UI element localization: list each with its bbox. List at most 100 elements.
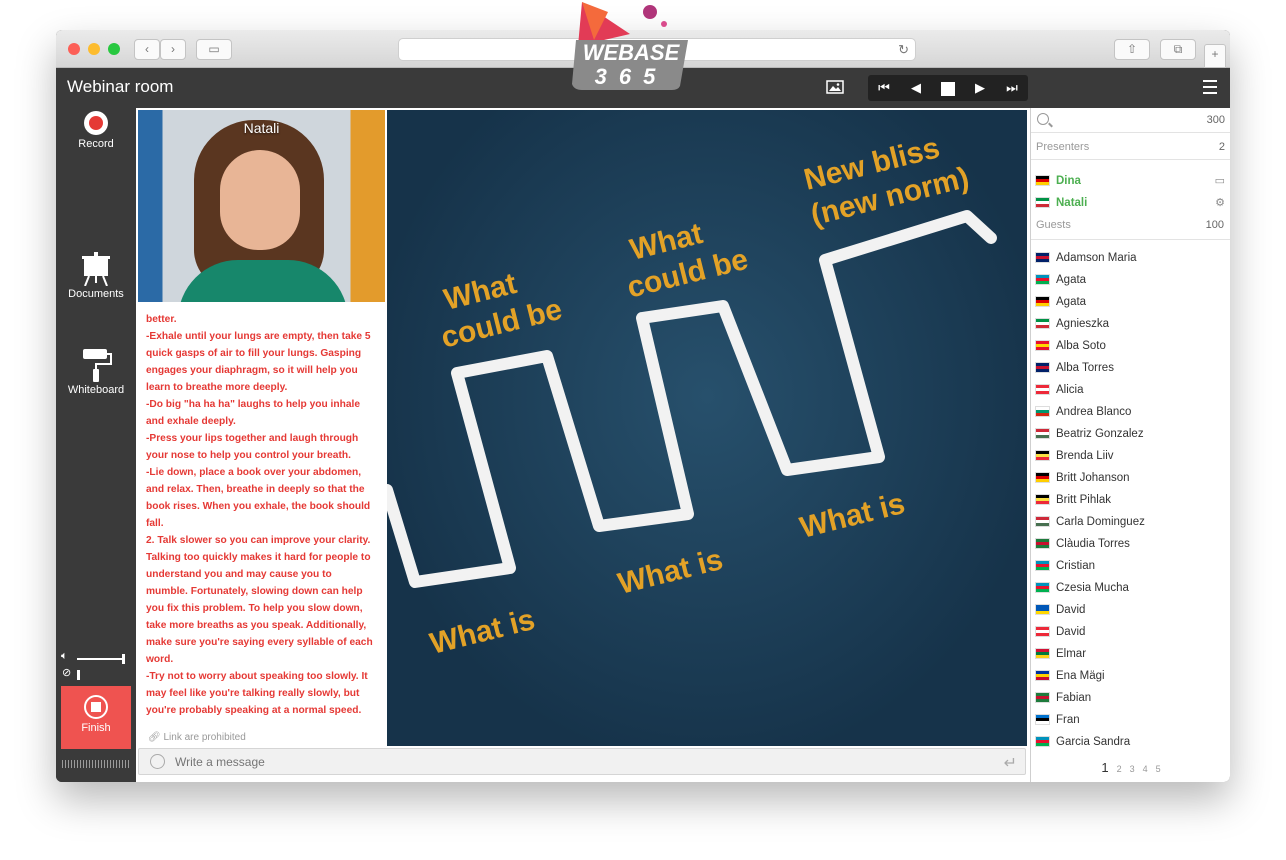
guest-row[interactable]: David [1035,622,1225,644]
guest-row[interactable]: Brenda Liiv [1035,446,1225,468]
guest-row[interactable]: Fabian [1035,688,1225,710]
share-button[interactable]: ⇧ [1114,39,1150,60]
message-bar: ↵ [138,748,1026,775]
page-link[interactable]: 5 [1156,764,1161,774]
speaker-volume-handle[interactable] [122,654,125,664]
guest-row[interactable]: Clàudia Torres [1035,534,1225,556]
guest-name: Clàudia Torres [1056,538,1130,550]
resize-grip[interactable] [62,760,130,768]
flag-icon [1035,582,1050,593]
slide-diagram: What could be What could be New bliss (n… [387,131,997,661]
guest-row[interactable]: Cristian [1035,556,1225,578]
chat-line: word. [146,654,174,665]
presenter-video[interactable]: Natali [138,110,385,302]
whiteboard-button[interactable]: Whiteboard [56,348,136,396]
skip-back-icon[interactable]: ⏮ [868,75,900,101]
guest-row[interactable]: Beatriz Gonzalez [1035,424,1225,446]
tabs-button[interactable]: ⧉ [1160,39,1196,60]
next-icon[interactable]: ▶ [964,75,996,101]
reload-icon[interactable]: ↻ [898,42,909,58]
guest-row[interactable]: Agata [1035,270,1225,292]
guest-name: Elmar [1056,648,1087,660]
guest-row[interactable]: Ena Mägi [1035,666,1225,688]
hamburger-icon[interactable] [1203,80,1217,94]
page-link[interactable]: 1 [1101,760,1108,775]
skip-forward-icon[interactable]: ⏭ [996,75,1028,101]
guests-count: 100 [1205,219,1224,231]
sidebar-toggle-button[interactable]: ▭ [196,39,232,60]
guest-name: Alba Soto [1056,340,1106,352]
page-link[interactable]: 3 [1130,764,1135,774]
enter-icon[interactable]: ↵ [1004,753,1017,773]
image-icon[interactable] [826,80,844,94]
speaker-volume[interactable]: 🔈︎ [61,650,131,666]
guest-row[interactable]: Alba Torres [1035,358,1225,380]
flag-icon [1035,318,1050,329]
presenters-label: Presenters [1036,141,1090,153]
forward-button[interactable]: › [160,39,186,60]
flag-icon [1035,362,1050,373]
chat-line: and exhale deeply. [146,416,236,427]
guest-row[interactable]: Britt Johanson [1035,468,1225,490]
guest-row[interactable]: Fran [1035,710,1225,732]
finish-label: Finish [81,722,111,734]
flag-icon [1035,296,1050,307]
guest-name: Carla Dominguez [1056,516,1145,528]
guest-row[interactable]: Alicia [1035,380,1225,402]
page-link[interactable]: 2 [1117,764,1122,774]
logo-text-line2: 365 [595,64,668,89]
message-input[interactable] [175,753,955,771]
new-tab-button[interactable]: + [1204,44,1226,68]
guest-name: Agnieszka [1056,318,1110,330]
finish-button[interactable]: Finish [61,686,131,749]
zoom-window-button[interactable] [108,43,120,55]
presenter-row[interactable]: Dina ▭ [1035,171,1225,191]
gear-icon[interactable]: ⚙ [1215,196,1225,209]
screen-icon[interactable]: ▭ [1215,174,1225,187]
chat-line: -Do big "ha ha ha" laughs to help you in… [146,399,360,410]
chat-messages[interactable]: better. -Exhale until your lungs are empt… [146,311,382,741]
search-icon[interactable] [1037,113,1049,125]
guest-row[interactable]: David [1035,600,1225,622]
chat-line: -Try not to worry about speaking too slo… [146,671,368,682]
guest-row[interactable]: Elmar [1035,644,1225,666]
search-input[interactable] [1055,112,1195,128]
guest-name: Fran [1056,714,1080,726]
close-window-button[interactable] [68,43,80,55]
stop-circle-icon [84,695,108,719]
whiteboard-label: Whiteboard [67,384,125,396]
stop-icon[interactable] [932,75,964,101]
microphone-volume[interactable]: ⊘ [61,667,131,682]
guest-row[interactable]: Alba Soto [1035,336,1225,358]
tabs-icon: ⧉ [1173,42,1183,56]
chat-line: -Lie down, place a book over your abdome… [146,467,362,478]
microphone-volume-handle[interactable] [77,670,80,680]
guest-name: Cristian [1056,560,1095,572]
presenter-row[interactable]: Natali ⚙ [1035,193,1225,213]
guest-row[interactable]: Britt Pihlak [1035,490,1225,512]
chat-line: better. [146,314,177,325]
guest-row[interactable]: Agnieszka [1035,314,1225,336]
guest-row[interactable]: Carla Dominguez [1035,512,1225,534]
documents-button[interactable]: Documents [56,252,136,300]
prev-icon[interactable]: ◀ [900,75,932,101]
guest-row[interactable]: Andrea Blanco [1035,402,1225,424]
guest-row[interactable]: Czesia Mucha [1035,578,1225,600]
speaker-volume-slider[interactable] [77,658,125,660]
guest-name: Czesia Mucha [1056,582,1129,594]
emoji-icon[interactable] [150,754,165,769]
minimize-window-button[interactable] [88,43,100,55]
flag-icon [1035,670,1050,681]
guest-row[interactable]: Agata [1035,292,1225,314]
slide-player-controls: ⏮ ◀ ▶ ⏭ [868,75,1028,101]
flag-icon [1035,494,1050,505]
flag-icon [1035,406,1050,417]
flag-icon [1035,197,1050,208]
page-link[interactable]: 4 [1143,764,1148,774]
presenters-header: Presenters 2 [1031,134,1230,160]
what-is-label-2: What is [615,543,726,601]
guest-row[interactable]: Adamson Maria [1035,248,1225,270]
back-button[interactable]: ‹ [134,39,160,60]
guest-row[interactable]: Garcia Sandra [1035,732,1225,754]
record-button[interactable]: Record [56,111,136,150]
